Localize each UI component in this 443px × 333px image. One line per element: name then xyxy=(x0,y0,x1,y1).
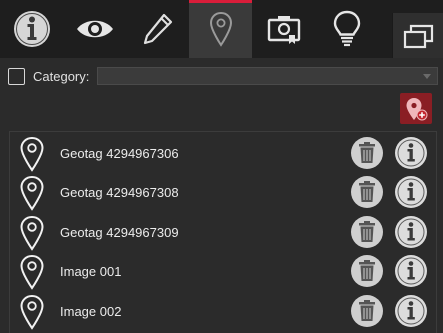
tab-capture[interactable] xyxy=(252,0,315,58)
info-icon xyxy=(397,218,425,246)
delete-button[interactable] xyxy=(351,295,383,327)
info-icon xyxy=(397,178,425,206)
list-item-label: Geotag 4294967308 xyxy=(60,185,179,200)
chevron-down-icon xyxy=(423,74,431,79)
delete-button[interactable] xyxy=(351,255,383,287)
list-item[interactable]: Image 001 xyxy=(10,252,436,292)
eye-icon xyxy=(76,20,113,38)
list-item[interactable]: Geotag 4294967308 xyxy=(10,173,436,213)
list-item-label: Geotag 4294967306 xyxy=(60,146,179,161)
map-pin-icon xyxy=(209,11,232,47)
tab-tips[interactable] xyxy=(315,0,378,58)
tab-bar xyxy=(0,0,443,58)
list-item[interactable]: Geotag 4294967306 xyxy=(10,134,436,174)
geotag-list: Geotag 4294967306 Geotag 4294967308 Geot… xyxy=(9,131,437,333)
delete-button[interactable] xyxy=(351,176,383,208)
info-button[interactable] xyxy=(395,216,427,248)
trash-icon xyxy=(359,300,375,321)
info-icon xyxy=(397,297,425,325)
info-icon xyxy=(397,257,425,285)
map-pin-icon xyxy=(20,294,44,330)
tab-info[interactable] xyxy=(0,0,63,58)
list-item-label: Image 001 xyxy=(60,264,122,279)
add-geotag-button[interactable] xyxy=(400,93,432,124)
window-stack-icon xyxy=(403,24,433,48)
tab-geotag[interactable] xyxy=(189,0,252,58)
map-pin-icon xyxy=(20,175,44,211)
list-item-label: Geotag 4294967309 xyxy=(60,225,179,240)
tab-preview[interactable] xyxy=(63,0,126,58)
list-item[interactable]: Image 002 xyxy=(10,292,436,332)
pen-icon xyxy=(143,13,172,45)
add-geotag-icon xyxy=(406,97,428,120)
info-button[interactable] xyxy=(395,176,427,208)
trash-icon xyxy=(359,221,375,242)
list-item-label: Image 002 xyxy=(60,304,122,319)
map-pin-icon xyxy=(20,254,44,290)
trash-icon xyxy=(359,142,375,163)
delete-button[interactable] xyxy=(351,137,383,169)
info-button[interactable] xyxy=(395,295,427,327)
list-item[interactable]: Geotag 4294967309 xyxy=(10,213,436,253)
info-button[interactable] xyxy=(395,255,427,287)
category-select[interactable] xyxy=(97,67,438,85)
info-icon xyxy=(397,139,425,167)
camera-badge-icon xyxy=(267,16,300,44)
trash-icon xyxy=(359,181,375,202)
lightbulb-icon xyxy=(333,10,360,47)
map-pin-icon xyxy=(20,136,44,172)
delete-button[interactable] xyxy=(351,216,383,248)
info-button[interactable] xyxy=(395,137,427,169)
toggle-panel-button[interactable] xyxy=(392,13,443,58)
info-icon xyxy=(13,11,50,47)
trash-icon xyxy=(359,260,375,281)
map-pin-icon xyxy=(20,215,44,251)
category-filter-row: Category: xyxy=(8,66,438,86)
tab-edit[interactable] xyxy=(126,0,189,58)
category-label: Category: xyxy=(33,68,90,84)
category-checkbox[interactable] xyxy=(8,67,25,85)
